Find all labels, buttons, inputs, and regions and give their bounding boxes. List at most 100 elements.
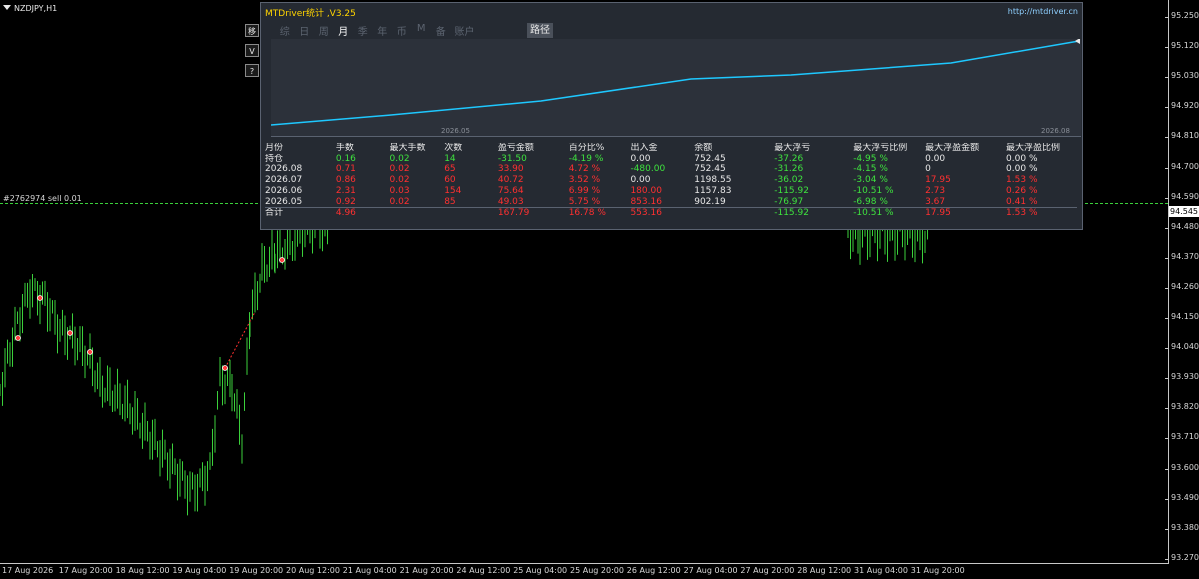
table-cell: 2.73 [925, 185, 946, 196]
route-button[interactable]: 路径 [527, 23, 553, 38]
time-label: 31 Aug 04:00 [854, 566, 908, 575]
table-row: 2026.06 2.31 0.03 154 75.64 6.99 % 180.00 1157.… [265, 186, 1077, 197]
table-cell: -10.51 % [853, 185, 894, 196]
tab-0[interactable]: 综 [275, 23, 295, 38]
column-header: 出入金 [630, 143, 658, 153]
period-tabs: 综日周月季年币 M 备账户 [275, 23, 479, 38]
table-cell: -37.26 [774, 153, 804, 164]
tab-4[interactable]: 季 [353, 23, 373, 38]
price-label: 93.600 [1171, 462, 1199, 472]
table-header-row: 月份 手数 最大手数 次数 盈亏金额 百分比% 出入金 余额 最大浮亏 最大浮亏比例 最大浮盈金额 最… [265, 143, 1077, 154]
table-cell: 17.95 [925, 175, 951, 186]
price-label: 95.250 [1171, 11, 1199, 20]
table-cell: 16.78 % [568, 207, 631, 219]
tab-5[interactable]: 年 [373, 23, 393, 38]
price-label: 94.480 [1171, 221, 1199, 231]
price-label: 94.700 [1171, 161, 1199, 171]
tab-3[interactable]: 月 [334, 23, 354, 38]
table-cell: 33.90 [497, 164, 524, 175]
table-cell: 853.16 [630, 196, 662, 207]
time-label: 18 Aug 12:00 [115, 566, 170, 575]
price-tick [1165, 378, 1169, 380]
price-tick [1165, 77, 1169, 79]
table-cell: 0.26 % [1006, 185, 1038, 196]
trade-marker [37, 295, 43, 301]
table-cell: -480.00 [630, 164, 666, 175]
table-cell: 1.53 % [1006, 175, 1038, 186]
tab-8[interactable]: 备 [431, 23, 451, 38]
column-header: 余额 [694, 143, 713, 153]
price-label: 94.260 [1171, 281, 1199, 291]
table-cell: 1.53 % [1006, 207, 1077, 219]
price-tick [1165, 498, 1169, 500]
table-row: 合计 4.96 167.79 16.78 % 553.16 -115.92 -10.51 %… [265, 207, 1077, 219]
price-tick [1165, 528, 1169, 530]
price-label: 93.820 [1171, 402, 1199, 412]
equity-axis-line [271, 136, 1081, 137]
stats-panel: MTDriver统计 ,V3.25 http://mtdriver.cn 综日周… [260, 2, 1083, 230]
time-label: 25 Aug 04:00 [513, 566, 568, 575]
price-axis[interactable]: 95.250 95.120 95.030 94.920 94.810 94.700 94.5… [1165, 0, 1199, 563]
order-label: #2762974 sell 0.01 [3, 194, 82, 203]
table-cell: -31.26 [774, 164, 804, 175]
price-label: 95.030 [1171, 71, 1199, 81]
price-label: 94.810 [1171, 131, 1199, 141]
table-cell: 3.52 % [568, 175, 601, 186]
price-label: 94.590 [1171, 191, 1199, 201]
time-label: 19 Aug 04:00 [172, 566, 227, 575]
table-cell: 167.79 [497, 207, 569, 219]
time-axis[interactable]: 17 Aug 2026 17 Aug 20:00 18 Aug 12:00 19 Au… [0, 563, 1169, 579]
table-cell: 180.00 [630, 185, 662, 196]
price-label: 95.120 [1171, 41, 1199, 51]
website-link[interactable]: http://mtdriver.cn [1008, 7, 1078, 16]
price-tick [1165, 558, 1169, 560]
help-button[interactable]: ? [245, 64, 259, 77]
price-label: 93.380 [1171, 522, 1199, 532]
visibility-button[interactable]: V [245, 44, 259, 57]
table-cell: 0.00 [630, 175, 651, 186]
symbol-label[interactable]: NZDJPY,H1 [3, 4, 57, 13]
current-price-badge: 94.545 [1169, 206, 1199, 217]
table-cell: 154 [444, 185, 462, 196]
tab-2[interactable]: 周 [314, 23, 334, 38]
time-label: 28 Aug 12:00 [797, 566, 852, 575]
column-header: 次数 [444, 143, 463, 153]
tab-6[interactable]: 币 [392, 23, 412, 38]
table-cell: 0.02 [389, 175, 410, 186]
table-row: 2026.07 0.86 0.02 60 40.72 3.52 % 0.00 1198.55 -… [265, 175, 1077, 186]
trade-marker [67, 330, 73, 336]
table-cell [444, 207, 498, 219]
column-header: 最大浮亏 [774, 143, 811, 153]
equity-curve-chart: 2026.05 2026.08 [271, 39, 1081, 137]
price-tick [1165, 197, 1169, 199]
table-cell: 0.02 [389, 196, 410, 207]
trade-marker [15, 335, 21, 341]
move-button[interactable]: 移 [245, 24, 259, 37]
trade-marker [87, 349, 93, 355]
tab-7[interactable]: M [412, 23, 432, 37]
table-cell: 65 [444, 164, 456, 175]
table-cell: 902.19 [694, 196, 726, 207]
panel-title: MTDriver统计 ,V3.25 [265, 9, 356, 19]
table-cell: 2026.08 [265, 164, 303, 175]
monthly-stats-table: 月份 手数 最大手数 次数 盈亏金额 百分比% 出入金 余额 最大浮亏 最大浮亏比例 最大浮盈金额 最… [265, 143, 1077, 219]
table-cell: -76.97 [774, 196, 804, 207]
table-cell: 2026.07 [265, 175, 303, 186]
table-cell: 40.72 [497, 175, 524, 186]
tab-1[interactable]: 日 [295, 23, 315, 38]
price-tick [1165, 227, 1169, 229]
table-cell: 752.45 [694, 164, 726, 175]
price-tick [1165, 318, 1169, 319]
price-tick [1165, 167, 1169, 169]
table-cell: 0.00 [925, 153, 946, 164]
table-cell [389, 207, 445, 219]
price-label: 93.710 [1171, 432, 1199, 442]
price-label: 94.920 [1171, 101, 1199, 111]
time-label: 27 Aug 04:00 [683, 566, 738, 575]
column-header: 盈亏金额 [497, 143, 534, 153]
tab-9[interactable]: 账户 [451, 23, 479, 38]
equity-line [271, 40, 1080, 126]
table-row: 2026.05 0.92 0.02 85 49.03 5.75 % 853.16 902.19… [265, 197, 1077, 208]
table-cell: 0.02 [389, 153, 410, 164]
table-cell: 合计 [265, 207, 336, 219]
